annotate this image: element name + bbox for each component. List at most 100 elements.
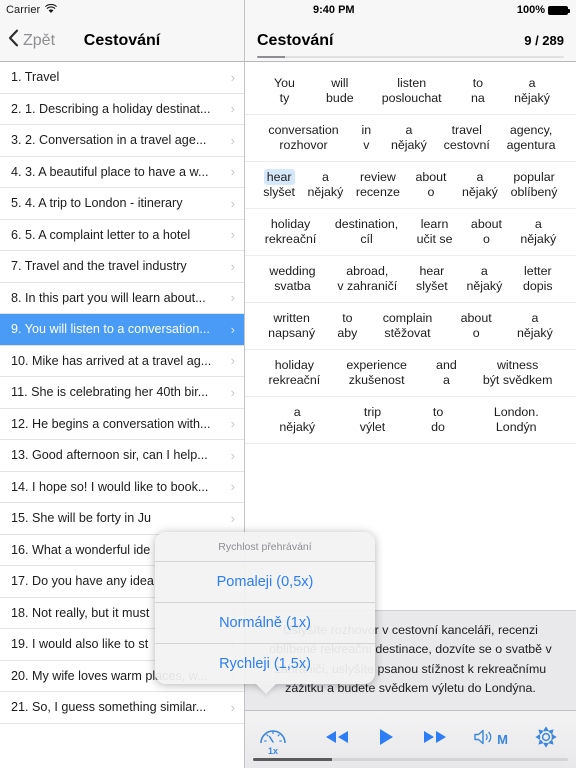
word-pair[interactable]: agency, agentura: [507, 122, 556, 152]
word-pair[interactable]: a nějaký: [466, 263, 502, 293]
word-pair[interactable]: a nějaký: [520, 216, 556, 246]
word-pair[interactable]: holiday rekreační: [269, 357, 321, 387]
word-pair[interactable]: a nějaký: [307, 169, 343, 199]
word-pair[interactable]: and a: [433, 357, 460, 387]
word-pair[interactable]: review recenze: [356, 169, 400, 199]
word-pair[interactable]: popular oblíbený: [510, 169, 558, 199]
word-pair[interactable]: holiday rekreační: [265, 216, 317, 246]
chapter-row[interactable]: 11. She is celebrating her 40th bir... ›: [0, 377, 244, 409]
word-pair[interactable]: to do: [430, 404, 446, 434]
word-pair[interactable]: to aby: [337, 310, 357, 340]
word-pair[interactable]: letter dopis: [521, 263, 555, 293]
chapter-row[interactable]: 15. She will be forty in Ju ›: [0, 503, 244, 535]
chapter-row[interactable]: 12. He begins a conversation with... ›: [0, 408, 244, 440]
transcript-row[interactable]: wedding svatba abroad, v zahraničí hear slyše…: [245, 256, 576, 303]
sidebar-navbar: Zpět Cestování: [0, 20, 244, 62]
word-pair[interactable]: wedding svatba: [266, 263, 318, 293]
chapter-row[interactable]: 13. Good afternoon sir, can I help... ›: [0, 440, 244, 472]
chapter-row[interactable]: 10. Mike has arrived at a travel ag... ›: [0, 345, 244, 377]
chapter-row[interactable]: 7. Travel and the travel industry ›: [0, 251, 244, 283]
chapter-row-label: 7. Travel and the travel industry: [11, 259, 187, 274]
word-source: conversation: [268, 123, 339, 137]
word-pair[interactable]: a nějaký: [391, 122, 427, 152]
speaker-mode-button[interactable]: M: [471, 727, 508, 752]
word-pair[interactable]: to na: [470, 75, 486, 105]
word-pair[interactable]: in v: [359, 122, 375, 152]
word-pair[interactable]: about o: [468, 216, 505, 246]
word-pair[interactable]: destination, cíl: [332, 216, 401, 246]
playback-progress-bar[interactable]: [253, 758, 568, 761]
word-pair[interactable]: travel cestovní: [444, 122, 490, 152]
transcript-row[interactable]: You ty will bude listen poslouchat to na a nějaký: [245, 68, 576, 115]
word-source: travel: [451, 123, 482, 137]
word-pair[interactable]: listen poslouchat: [382, 75, 442, 105]
chapter-row[interactable]: 4. 3. A beautiful place to have a w... ›: [0, 156, 244, 188]
word-pair[interactable]: a nějaký: [514, 75, 550, 105]
word-pair[interactable]: hear slyšet: [263, 169, 295, 199]
chapter-row-label: 12. He begins a conversation with...: [11, 416, 211, 431]
word-pair[interactable]: conversation rozhovor: [265, 122, 341, 152]
play-button[interactable]: [377, 727, 395, 752]
playback-speed-button[interactable]: 1x: [245, 724, 301, 756]
word-source: holiday: [274, 358, 314, 372]
word-pair[interactable]: a nějaký: [462, 169, 498, 199]
transcript-list[interactable]: You ty will bude listen poslouchat to na a nějaký…: [245, 62, 576, 611]
word-pair[interactable]: abroad, v zahraničí: [337, 263, 397, 293]
transport-controls: [323, 727, 449, 752]
chapter-row[interactable]: 2. 1. Describing a holiday destinat... ›: [0, 93, 244, 125]
popover-arrow: [255, 683, 277, 694]
word-source: to: [432, 405, 444, 419]
chapter-row[interactable]: 14. I hope so! I would like to book... ›: [0, 471, 244, 503]
word-pair[interactable]: learn učit se: [417, 216, 453, 246]
word-pair[interactable]: experience zkušenost: [343, 357, 410, 387]
word-pair[interactable]: You ty: [271, 75, 298, 105]
chapter-row[interactable]: 8. In this part you will learn about... ›: [0, 282, 244, 314]
word-pair[interactable]: will bude: [326, 75, 354, 105]
chapter-row-label: 3. 2. Conversation in a travel age...: [11, 133, 207, 148]
chapter-row[interactable]: 6. 5. A complaint letter to a hotel ›: [0, 219, 244, 251]
transcript-row[interactable]: written napsaný to aby complain stěžovat about…: [245, 303, 576, 350]
word-translation: agentura: [506, 138, 556, 152]
chapter-row[interactable]: 21. So, I guess something similar... ›: [0, 692, 244, 724]
settings-button[interactable]: [534, 725, 558, 754]
chapter-row[interactable]: 5. 4. A trip to London - itinerary ›: [0, 188, 244, 220]
transcript-row[interactable]: hear slyšet a nějaký review recenze about o a něj…: [245, 162, 576, 209]
word-pair[interactable]: a nějaký: [517, 310, 553, 340]
playback-speed-popover: Rychlost přehrávání Pomaleji (0,5x) Normá…: [155, 532, 375, 694]
word-pair[interactable]: London. Londýn: [491, 404, 542, 434]
chapter-row[interactable]: 1. Travel ›: [0, 62, 244, 94]
transcript-row[interactable]: holiday rekreační experience zkušenost and a w…: [245, 350, 576, 397]
word-source: a: [476, 170, 484, 184]
word-pair[interactable]: hear slyšet: [416, 263, 448, 293]
speaker-wave-icon: [471, 727, 496, 752]
popover-option[interactable]: Normálně (1x): [155, 603, 375, 644]
word-pair[interactable]: written napsaný: [268, 310, 315, 340]
word-translation: být svědkem: [482, 373, 553, 387]
popover-option[interactable]: Pomaleji (0,5x): [155, 562, 375, 603]
word-translation: nějaký: [514, 91, 550, 105]
word-source: trip: [363, 405, 382, 419]
word-pair[interactable]: a nějaký: [279, 404, 315, 434]
transcript-row[interactable]: conversation rozhovor in v a nějaký travel cest…: [245, 115, 576, 162]
word-pair[interactable]: complain stěžovat: [380, 310, 436, 340]
word-pair[interactable]: witness být svědkem: [483, 357, 553, 387]
transcript-row[interactable]: a nějaký trip výlet to do London. Londýn: [245, 397, 576, 444]
word-pair[interactable]: about o: [458, 310, 495, 340]
word-source: about: [415, 170, 447, 184]
transcript-row[interactable]: holiday rekreační destination, cíl learn učit…: [245, 209, 576, 256]
word-translation: napsaný: [268, 326, 316, 340]
back-button[interactable]: Zpět: [0, 29, 55, 52]
chevron-right-icon: ›: [230, 195, 235, 211]
gear-icon: [534, 725, 558, 754]
popover-option[interactable]: Rychleji (1,5x): [155, 644, 375, 684]
word-source: will: [331, 76, 349, 90]
popover-option-list[interactable]: Pomaleji (0,5x) Normálně (1x) Rychleji (1,…: [155, 562, 375, 684]
word-pair[interactable]: about o: [412, 169, 449, 199]
rewind-button[interactable]: [323, 728, 351, 751]
chapter-progress-bar[interactable]: [257, 56, 564, 58]
chapter-row[interactable]: 3. 2. Conversation in a travel age... ›: [0, 125, 244, 157]
fast-forward-button[interactable]: [421, 728, 449, 751]
chapter-row[interactable]: 9. You will listen to a conversation... ›: [0, 314, 244, 346]
word-pair[interactable]: trip výlet: [360, 404, 385, 434]
word-translation: oblíbený: [510, 185, 558, 199]
